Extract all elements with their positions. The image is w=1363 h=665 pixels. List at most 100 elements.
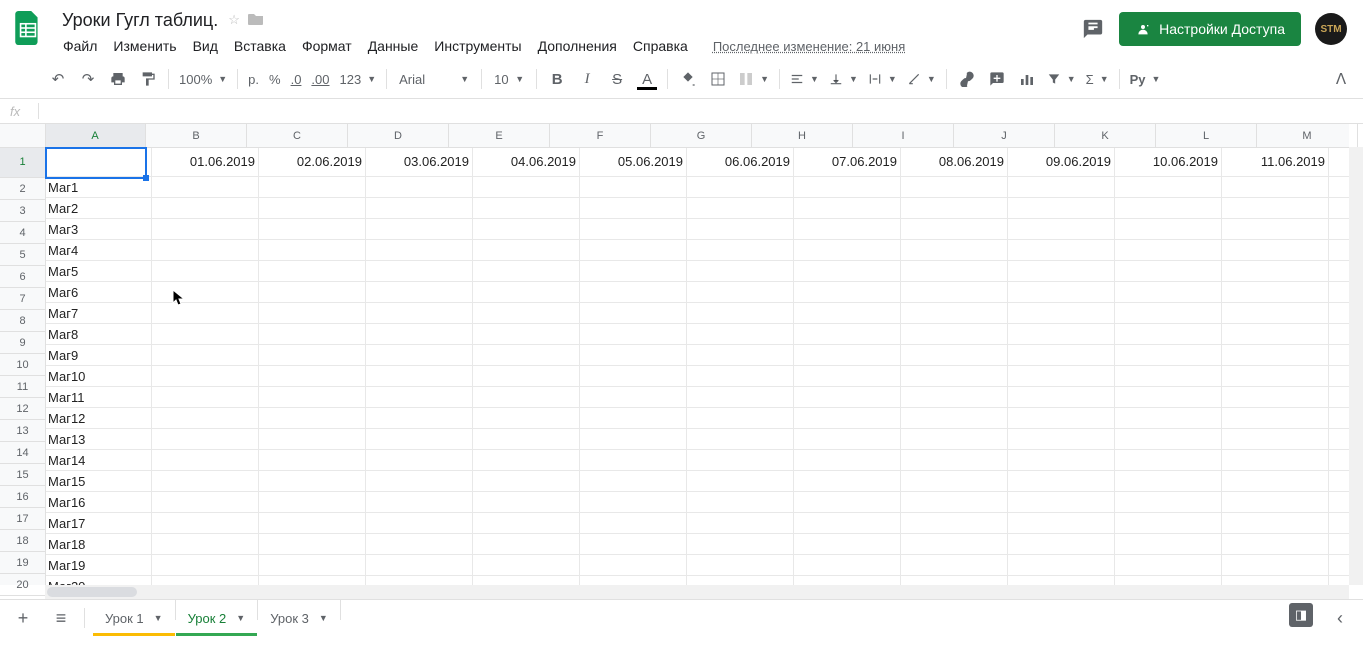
wrap-button[interactable]: ▼: [864, 65, 901, 93]
cell-E15[interactable]: [473, 450, 580, 471]
cell-G13[interactable]: [687, 408, 794, 429]
cell-A4[interactable]: Маг3: [45, 219, 152, 240]
cell-L11[interactable]: [1222, 366, 1329, 387]
cell-G14[interactable]: [687, 429, 794, 450]
cell-E12[interactable]: [473, 387, 580, 408]
print-button[interactable]: [104, 65, 132, 93]
cell-H4[interactable]: [794, 219, 901, 240]
cell-E3[interactable]: [473, 198, 580, 219]
cell-B20[interactable]: [152, 555, 259, 576]
row-header-1[interactable]: 1: [0, 147, 45, 178]
cell-F10[interactable]: [580, 345, 687, 366]
cell-H11[interactable]: [794, 366, 901, 387]
cell-K14[interactable]: [1115, 429, 1222, 450]
cell-L9[interactable]: [1222, 324, 1329, 345]
cell-E21[interactable]: [473, 576, 580, 585]
script-button[interactable]: Ру▼: [1126, 65, 1165, 93]
cell-H13[interactable]: [794, 408, 901, 429]
cell-B19[interactable]: [152, 534, 259, 555]
cell-J18[interactable]: [1008, 513, 1115, 534]
cell-I13[interactable]: [901, 408, 1008, 429]
cell-G2[interactable]: [687, 177, 794, 198]
cell-I10[interactable]: [901, 345, 1008, 366]
cell-F19[interactable]: [580, 534, 687, 555]
sheet-tab-2[interactable]: Урок 3▼: [258, 600, 340, 636]
cell-J12[interactable]: [1008, 387, 1115, 408]
cell-A20[interactable]: Маг19: [45, 555, 152, 576]
h-align-button[interactable]: ▼: [786, 65, 823, 93]
row-header-5[interactable]: 5: [0, 244, 45, 266]
cell-J17[interactable]: [1008, 492, 1115, 513]
cell-G11[interactable]: [687, 366, 794, 387]
cell-H17[interactable]: [794, 492, 901, 513]
menu-изменить[interactable]: Изменить: [106, 34, 183, 58]
cell-F15[interactable]: [580, 450, 687, 471]
cell-D8[interactable]: [366, 303, 473, 324]
add-sheet-button[interactable]: +: [8, 603, 38, 633]
cell-C18[interactable]: [259, 513, 366, 534]
cell-D18[interactable]: [366, 513, 473, 534]
cell-B8[interactable]: [152, 303, 259, 324]
cell-L7[interactable]: [1222, 282, 1329, 303]
cell-M4[interactable]: [1329, 219, 1349, 240]
cell-K10[interactable]: [1115, 345, 1222, 366]
col-header-M[interactable]: M: [1257, 124, 1358, 147]
cell-M13[interactable]: [1329, 408, 1349, 429]
cell-C4[interactable]: [259, 219, 366, 240]
cell-J19[interactable]: [1008, 534, 1115, 555]
cell-I20[interactable]: [901, 555, 1008, 576]
cell-M19[interactable]: [1329, 534, 1349, 555]
cell-M10[interactable]: [1329, 345, 1349, 366]
cell-E13[interactable]: [473, 408, 580, 429]
cell-D14[interactable]: [366, 429, 473, 450]
cell-A1[interactable]: [45, 147, 152, 177]
cell-K17[interactable]: [1115, 492, 1222, 513]
menu-файл[interactable]: Файл: [56, 34, 104, 58]
cell-A18[interactable]: Маг17: [45, 513, 152, 534]
cell-B3[interactable]: [152, 198, 259, 219]
cell-L20[interactable]: [1222, 555, 1329, 576]
col-header-D[interactable]: D: [348, 124, 449, 147]
cell-L16[interactable]: [1222, 471, 1329, 492]
cell-M8[interactable]: [1329, 303, 1349, 324]
col-header-F[interactable]: F: [550, 124, 651, 147]
sheets-logo[interactable]: [8, 8, 48, 48]
collapse-toolbar-button[interactable]: ᐱ: [1327, 65, 1355, 93]
cell-M11[interactable]: [1329, 366, 1349, 387]
cell-H14[interactable]: [794, 429, 901, 450]
cell-J10[interactable]: [1008, 345, 1115, 366]
row-header-14[interactable]: 14: [0, 442, 45, 464]
functions-button[interactable]: Σ▼: [1082, 65, 1113, 93]
col-header-E[interactable]: E: [449, 124, 550, 147]
cell-M12[interactable]: [1329, 387, 1349, 408]
select-all-corner[interactable]: [0, 124, 46, 148]
cell-K11[interactable]: [1115, 366, 1222, 387]
cell-G4[interactable]: [687, 219, 794, 240]
row-header-8[interactable]: 8: [0, 310, 45, 332]
cell-K21[interactable]: [1115, 576, 1222, 585]
cell-I18[interactable]: [901, 513, 1008, 534]
cell-L2[interactable]: [1222, 177, 1329, 198]
explore-button[interactable]: ◨: [1289, 603, 1313, 627]
cell-C14[interactable]: [259, 429, 366, 450]
cell-D3[interactable]: [366, 198, 473, 219]
cell-I3[interactable]: [901, 198, 1008, 219]
cell-A17[interactable]: Маг16: [45, 492, 152, 513]
row-header-7[interactable]: 7: [0, 288, 45, 310]
cell-F8[interactable]: [580, 303, 687, 324]
menu-справка[interactable]: Справка: [626, 34, 695, 58]
cell-M9[interactable]: [1329, 324, 1349, 345]
cell-B2[interactable]: [152, 177, 259, 198]
cell-M5[interactable]: [1329, 240, 1349, 261]
cell-G15[interactable]: [687, 450, 794, 471]
cell-A12[interactable]: Маг11: [45, 387, 152, 408]
cells[interactable]: 01.06.201902.06.201903.06.201904.06.2019…: [45, 147, 1349, 585]
row-header-11[interactable]: 11: [0, 376, 45, 398]
cell-E11[interactable]: [473, 366, 580, 387]
cell-L13[interactable]: [1222, 408, 1329, 429]
v-align-button[interactable]: ▼: [825, 65, 862, 93]
cell-H7[interactable]: [794, 282, 901, 303]
font-size-select[interactable]: 10▼: [488, 66, 530, 92]
cell-A5[interactable]: Маг4: [45, 240, 152, 261]
cell-I14[interactable]: [901, 429, 1008, 450]
